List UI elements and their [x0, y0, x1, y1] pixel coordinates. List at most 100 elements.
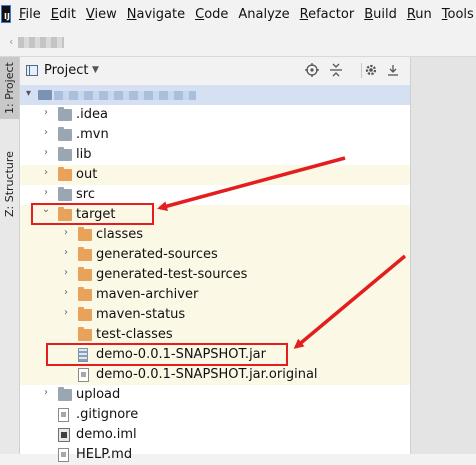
tree-item-lib[interactable]: › lib [20, 145, 410, 165]
tree-item-demo-iml[interactable]: demo.iml [20, 425, 410, 445]
chevron-left-icon[interactable]: ‹ [9, 35, 13, 48]
folder-excluded-icon [58, 167, 72, 181]
project-panel: Project ▼ ▾ › .idea › .mvn › lib › out › src ⌄ targ… [20, 57, 410, 462]
tree-root-row[interactable]: ▾ [20, 85, 410, 105]
gear-icon[interactable] [363, 62, 379, 78]
file-icon [78, 368, 89, 382]
tab-structure[interactable]: Z: Structure [0, 143, 19, 225]
menu-bar: IJ File Edit View Navigate Code Analyze Refact… [0, 0, 476, 28]
chevron-right-icon[interactable]: › [40, 187, 52, 198]
breadcrumb-blurred[interactable] [18, 37, 64, 48]
project-view-icon [26, 65, 38, 76]
panel-title[interactable]: Project [44, 63, 88, 78]
tree-item-label: HELP.md [76, 447, 133, 462]
tree-item-label: target [76, 207, 116, 222]
tree-item-label: maven-status [96, 307, 186, 322]
folder-excluded-icon [78, 227, 92, 241]
tree-item-out[interactable]: › out [20, 165, 410, 185]
tree-item-label: classes [96, 227, 144, 242]
tree-item-demo-0-0-1-snapshot-jar-original[interactable]: demo-0.0.1-SNAPSHOT.jar.original [20, 365, 410, 385]
tree-item-label: .idea [76, 107, 108, 122]
folder-excluded-icon [58, 207, 72, 221]
chevron-right-icon[interactable]: › [40, 167, 52, 178]
project-tree: › .idea › .mvn › lib › out › src ⌄ target › classes › g… [20, 105, 410, 465]
menu-code[interactable]: Code [195, 7, 228, 22]
iml-file-icon [58, 428, 70, 442]
chevron-right-icon[interactable]: › [60, 287, 72, 298]
folder-excluded-icon [78, 267, 92, 281]
tree-item-target[interactable]: ⌄ target [20, 204, 410, 225]
tree-item-label: upload [76, 387, 121, 402]
tree-item-idea[interactable]: › .idea [20, 105, 410, 125]
tree-item-generated-test-sources[interactable]: › generated-test-sources [20, 265, 410, 285]
tree-item-upload[interactable]: › upload [20, 385, 410, 405]
tree-item-classes[interactable]: › classes [20, 225, 410, 245]
folder-icon [58, 107, 72, 121]
chevron-right-icon[interactable]: › [40, 107, 52, 118]
menu-analyze[interactable]: Analyze [238, 7, 289, 22]
menu-refactor[interactable]: Refactor [300, 7, 355, 22]
menu-file[interactable]: File [19, 7, 41, 22]
file-icon [58, 408, 69, 422]
menu-navigate[interactable]: Navigate [127, 7, 185, 22]
menu-tools[interactable]: Tools [442, 7, 474, 22]
collapse-icon[interactable] [328, 62, 344, 78]
tree-item-label: generated-test-sources [96, 267, 248, 282]
tree-item-label: demo.iml [76, 427, 137, 442]
folder-excluded-icon [78, 307, 92, 321]
menu-edit[interactable]: Edit [51, 7, 76, 22]
chevron-right-icon[interactable]: › [40, 147, 52, 158]
tree-item-label: .gitignore [76, 407, 139, 422]
hide-icon[interactable] [385, 62, 401, 78]
triangle-down-icon[interactable]: ▼ [92, 65, 99, 75]
folder-excluded-icon [78, 327, 92, 341]
project-panel-header: Project ▼ [20, 57, 410, 86]
locate-icon[interactable] [304, 62, 320, 78]
folder-icon [58, 387, 72, 401]
tree-item-gitignore[interactable]: .gitignore [20, 405, 410, 425]
tree-item-maven-archiver[interactable]: › maven-archiver [20, 285, 410, 305]
chevron-right-icon[interactable]: › [40, 127, 52, 138]
tree-item-src[interactable]: › src [20, 185, 410, 205]
jar-file-icon [78, 348, 88, 362]
folder-icon [38, 90, 52, 100]
tree-item-label: lib [76, 147, 92, 162]
tree-item-generated-sources[interactable]: › generated-sources [20, 245, 410, 265]
tab-project[interactable]: 1: Project [0, 57, 19, 119]
chevron-right-icon[interactable]: › [60, 227, 72, 238]
chevron-down-icon[interactable]: ⌄ [40, 204, 52, 215]
tree-item-label: out [76, 167, 98, 182]
tree-item-demo-0-0-1-snapshot-jar[interactable]: demo-0.0.1-SNAPSHOT.jar [20, 345, 410, 365]
tree-item-mvn[interactable]: › .mvn [20, 125, 410, 145]
tree-item-label: maven-archiver [96, 287, 199, 302]
navigation-bar: ‹ [0, 28, 476, 57]
project-root-name-blurred [54, 91, 196, 100]
folder-icon [58, 127, 72, 141]
header-divider [361, 63, 362, 78]
menu-view[interactable]: View [86, 7, 117, 22]
chevron-right-icon[interactable]: › [60, 307, 72, 318]
chevron-right-icon[interactable]: › [60, 267, 72, 278]
tree-item-maven-status[interactable]: › maven-status [20, 305, 410, 325]
folder-icon [58, 187, 72, 201]
chevron-right-icon[interactable]: › [40, 387, 52, 398]
folder-icon [58, 147, 72, 161]
tree-item-help-md[interactable]: HELP.md [20, 445, 410, 465]
menu-build[interactable]: Build [364, 7, 397, 22]
folder-excluded-icon [78, 247, 92, 261]
menu-run[interactable]: Run [407, 7, 432, 22]
chevron-right-icon[interactable]: › [60, 247, 72, 258]
tree-item-label: test-classes [96, 327, 173, 342]
left-tool-strip: 1: Project Z: Structure [0, 57, 20, 454]
tree-item-label: .mvn [76, 127, 109, 142]
editor-area [410, 57, 476, 454]
intellij-logo-icon: IJ [1, 5, 11, 23]
tree-item-label: generated-sources [96, 247, 218, 262]
tree-item-label: demo-0.0.1-SNAPSHOT.jar.original [96, 367, 318, 382]
tree-item-test-classes[interactable]: test-classes [20, 325, 410, 345]
chevron-down-icon[interactable]: ▾ [26, 88, 31, 99]
tree-item-label: src [76, 187, 95, 202]
file-icon [58, 448, 69, 462]
folder-excluded-icon [78, 287, 92, 301]
tree-item-label: demo-0.0.1-SNAPSHOT.jar [96, 347, 266, 362]
